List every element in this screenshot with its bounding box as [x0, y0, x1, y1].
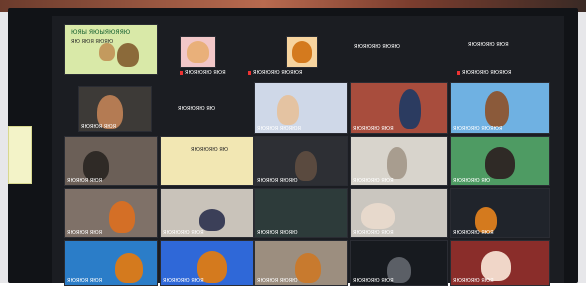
mic-muted-icon: [248, 70, 251, 75]
avatar: [187, 41, 209, 63]
participant-name: ЯЮЯЮЯ ЯЮЯЮЯ: [257, 126, 302, 132]
tile-video[interactable]: ЯЮЯЮЯ ЯЮЯЮЯ: [254, 82, 348, 134]
participant-name: ЯЮЯЮЯ ЯЮЯ: [81, 124, 117, 130]
participant-video: [199, 209, 225, 231]
participant-name-only: ЯЮЯЮЯЮ ЯЮЯЮ: [354, 44, 400, 50]
participant-video: [99, 43, 115, 61]
participant-name: ЯЮЯЮЯЮ ЯЮЯ: [353, 278, 394, 284]
participant-name: ЯЮЯЮЯЮ ЯЮЯЮЯ: [457, 70, 511, 76]
participant-name-only: ЯЮЯЮЯЮ ЯЮ: [178, 106, 216, 112]
featured-title: ЮЯЫ ЯЮЫЯЮЯЯЮ: [71, 29, 131, 36]
participant-name: ЯЮЯЮЯ ЯЮЯЮ: [257, 178, 298, 184]
tile-video[interactable]: ЯЮЯЮЯЮ ЯЮЯ: [350, 82, 448, 134]
participant-name: ЯЮЯЮЯЮ ЯЮЯ: [353, 230, 394, 236]
participant-video: [399, 89, 421, 129]
tile-avatar[interactable]: [286, 36, 318, 68]
participant-name: ЯЮЯЮЯ ЯЮЯ: [67, 230, 103, 236]
participant-video: [109, 201, 135, 233]
participant-name: ЯЮЯЮЯЮ ЯЮЯЮЯ: [453, 126, 503, 132]
tile-video[interactable]: ЯЮЯЮЯЮ ЯЮЯЮЯ: [450, 82, 550, 134]
participant-name: ЯЮЯЮЯЮ ЯЮЯ: [453, 230, 494, 236]
tile-video[interactable]: ЯЮЯЮЯЮ ЯЮЯ: [350, 188, 448, 238]
mic-muted-icon: [457, 70, 460, 75]
participant-video: [83, 151, 109, 181]
tile-video[interactable]: ЯЮЯЮЯЮ ЯЮЯ: [350, 240, 448, 286]
participant-name: ЯЮЯЮЯЮ ЯЮЯ: [353, 126, 394, 132]
tile-avatar[interactable]: [180, 36, 216, 68]
tile-video[interactable]: ЯЮЯЮЯЮ ЯЮ: [160, 136, 254, 186]
participant-name: ЯЮЯЮЯЮ ЯЮЯЮЯ: [248, 70, 302, 76]
participant-name: ЯЮЯЮЯЮ ЯЮЯ: [180, 70, 226, 76]
participant-name: ЯЮЯЮЯЮ ЯЮЯ: [163, 230, 204, 236]
participant-video: [117, 43, 139, 67]
participant-video: [277, 95, 299, 125]
slide-text: ЯЮЯЮЯЮ ЯЮ: [191, 147, 229, 153]
tile-video[interactable]: ЯЮЯЮЯЮ ЯЮЯ: [450, 240, 550, 286]
monitor: ЮЯЫ ЯЮЫЯЮЯЯЮ ЯЮ ЯЮЯ ЯЮЯЮ ЯЮЯЮЯЮ ЯЮЯ ЯЮЯЮ…: [8, 8, 578, 286]
tile-video[interactable]: ЯЮЯЮЯ ЯЮЯ: [64, 240, 158, 286]
participant-video: [361, 203, 395, 229]
side-thumbnail[interactable]: [8, 126, 32, 184]
participant-name: ЯЮЯЮЯ ЯЮЯЮ: [257, 278, 298, 284]
tile-video[interactable]: ЯЮЯЮЯ ЯЮЯЮ: [254, 240, 348, 286]
participant-name: ЯЮЯЮЯЮ ЯЮ: [453, 178, 491, 184]
tile-video[interactable]: ЯЮЯЮЯЮ ЯЮЯ: [450, 188, 550, 238]
video-conference-grid: ЮЯЫ ЯЮЫЯЮЯЯЮ ЯЮ ЯЮЯ ЯЮЯЮ ЯЮЯЮЯЮ ЯЮЯ ЯЮЯЮ…: [52, 16, 564, 286]
participant-video: [295, 151, 317, 181]
participant-name: ЯЮЯЮЯЮ ЯЮЯ: [163, 278, 204, 284]
tile-video[interactable]: ЯЮЯЮЯЮ ЯЮЯ: [160, 188, 254, 238]
tile-video[interactable]: ЯЮЯЮЯ ЯЮЯЮ: [254, 136, 348, 186]
avatar: [292, 41, 312, 63]
tile-video[interactable]: ЯЮЯЮЯ ЯЮЯ: [64, 188, 158, 238]
tile-video[interactable]: ЯЮЯЮЯЮ ЯЮЯ: [350, 136, 448, 186]
participant-name: ЯЮЯЮЯ ЯЮЯ: [67, 178, 103, 184]
participant-name: ЯЮЯЮЯ ЯЮЯ: [67, 278, 103, 284]
participant-video: [485, 91, 509, 127]
tile-video[interactable]: ЯЮЯЮЯЮ ЯЮ: [450, 136, 550, 186]
participant-video: [387, 147, 407, 179]
participant-name: ЯЮЯЮЯЮ ЯЮЯ: [453, 278, 494, 284]
tile-featured[interactable]: ЮЯЫ ЯЮЫЯЮЯЯЮ ЯЮ ЯЮЯ ЯЮЯЮ: [64, 24, 158, 75]
participant-video: [115, 253, 143, 283]
tile-video[interactable]: ЯЮЯЮЯ ЯЮЯ: [78, 86, 152, 132]
tile-video[interactable]: ЯЮЯЮЯ ЯЮЯ: [64, 136, 158, 186]
participant-name: ЯЮЯЮЯЮ ЯЮЯ: [353, 178, 394, 184]
participant-video: [485, 147, 515, 179]
participant-name-only: ЯЮЯЮЯЮ ЯЮЯ: [468, 42, 509, 48]
participant-name: ЯЮЯЮЯ ЯЮЯЮ: [257, 230, 298, 236]
tile-video[interactable]: ЯЮЯЮЯЮ ЯЮЯ: [160, 240, 254, 286]
participant-video: [295, 253, 321, 283]
participant-video: [481, 251, 511, 281]
photo-frame: ЮЯЫ ЯЮЫЯЮЯЯЮ ЯЮ ЯЮЯ ЯЮЯЮ ЯЮЯЮЯЮ ЯЮЯ ЯЮЯЮ…: [0, 0, 586, 286]
mic-muted-icon: [180, 70, 183, 75]
tile-video[interactable]: ЯЮЯЮЯ ЯЮЯЮ: [254, 188, 348, 238]
